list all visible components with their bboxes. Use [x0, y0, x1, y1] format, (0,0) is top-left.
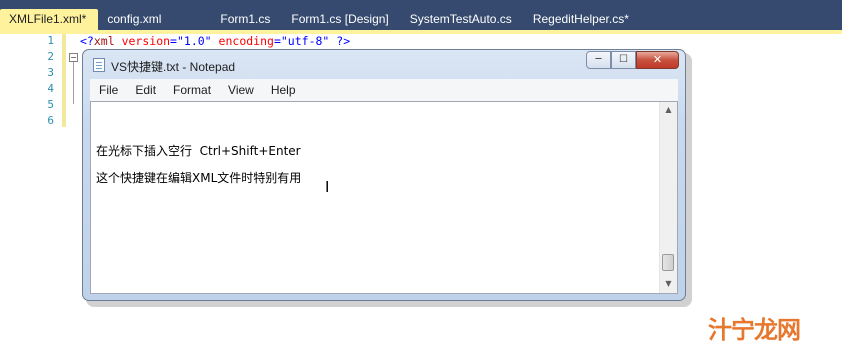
menu-edit[interactable]: Edit — [126, 83, 164, 97]
notepad-window[interactable]: VS快捷键.txt - Notepad ─ ☐ ✕ File Edit Form… — [82, 49, 686, 301]
menu-format[interactable]: Format — [164, 83, 219, 97]
line-number: 1 — [47, 34, 54, 47]
text-line-2-prefix: 这个快捷键在编辑XML文件时特别有用 — [96, 171, 302, 185]
tab-xmlfile1[interactable]: XMLFile1.xml* — [0, 9, 99, 30]
menu-file[interactable]: File — [90, 83, 126, 97]
notepad-icon — [93, 58, 105, 72]
outline-guide-line — [73, 62, 74, 104]
xml-attr-version: version — [121, 34, 171, 48]
tab-list: XMLFile1.xml* config.xml Form1.cs Form1.… — [0, 9, 641, 30]
text-line-1: 在光标下插入空行 Ctrl+Shift+Enter — [96, 142, 301, 159]
notepad-text-area[interactable]: 在光标下插入空行 Ctrl+Shift+Enter 这个快捷键在编辑XML文件时… — [90, 101, 678, 294]
line-number: 3 — [47, 66, 54, 79]
xml-attr-encoding: encoding — [218, 34, 274, 48]
scroll-up-icon[interactable]: ▲ — [660, 105, 677, 114]
maximize-icon: ☐ — [619, 54, 628, 65]
document-tab-strip: XMLFile1.xml* config.xml Form1.cs Form1.… — [0, 0, 842, 30]
line-number: 4 — [47, 82, 54, 95]
tab-regedithelper[interactable]: RegeditHelper.cs* — [524, 9, 641, 30]
line-number: 2 — [47, 50, 54, 63]
change-tracking-bar — [62, 34, 66, 127]
xml-decl-name: xml — [93, 34, 115, 48]
window-title: VS快捷键.txt - Notepad — [111, 60, 236, 74]
watermark-logo: 汁宁龙网 — [708, 310, 801, 344]
xml-value-encoding: "utf-8" — [280, 34, 330, 48]
minimize-icon: ─ — [595, 54, 602, 65]
tab-form1-design[interactable]: Form1.cs [Design] — [282, 9, 400, 30]
close-button[interactable]: ✕ — [636, 51, 679, 69]
tab-config-xml[interactable]: config.xml — [98, 9, 173, 30]
maximize-button[interactable]: ☐ — [611, 51, 636, 69]
collapse-outline-icon[interactable]: − — [69, 53, 78, 62]
line-number-gutter: 1 2 3 4 5 6 — [0, 34, 60, 330]
scroll-down-icon[interactable]: ▼ — [660, 279, 677, 288]
minimize-button[interactable]: ─ — [586, 51, 611, 69]
tab-spacer — [173, 9, 211, 30]
menu-view[interactable]: View — [219, 83, 262, 97]
close-icon: ✕ — [652, 53, 663, 66]
watermark-text: 汁宁龙网 — [708, 316, 801, 344]
text-line-1-prefix: 在光标下插入空行 — [96, 144, 193, 158]
xml-value-version: "1.0" — [176, 34, 212, 48]
text-line-2: 这个快捷键在编辑XML文件时特别有用 — [96, 169, 301, 186]
code-line-1: <?xml version="1.0" encoding="utf-8" ?> — [80, 34, 350, 48]
xml-equals: = — [170, 34, 177, 48]
xml-equals: = — [273, 34, 281, 48]
ibeam-cursor-icon: I — [325, 178, 330, 196]
caption-buttons: ─ ☐ ✕ — [586, 51, 679, 69]
text-line-1-shortcut: Ctrl+Shift+Enter — [192, 144, 301, 158]
menu-help[interactable]: Help — [262, 83, 304, 97]
xml-decl-close: ?> — [336, 34, 351, 48]
scrollbar-thumb[interactable] — [662, 254, 674, 271]
menu-bar: File Edit Format View Help — [90, 79, 678, 101]
xml-decl-open: <? — [80, 34, 94, 48]
tab-systemtestauto[interactable]: SystemTestAuto.cs — [401, 9, 524, 30]
tab-form1-cs[interactable]: Form1.cs — [211, 9, 282, 30]
line-number: 5 — [47, 98, 54, 111]
vertical-scrollbar[interactable]: ▲ ▼ — [659, 102, 677, 293]
line-number: 6 — [47, 114, 54, 127]
